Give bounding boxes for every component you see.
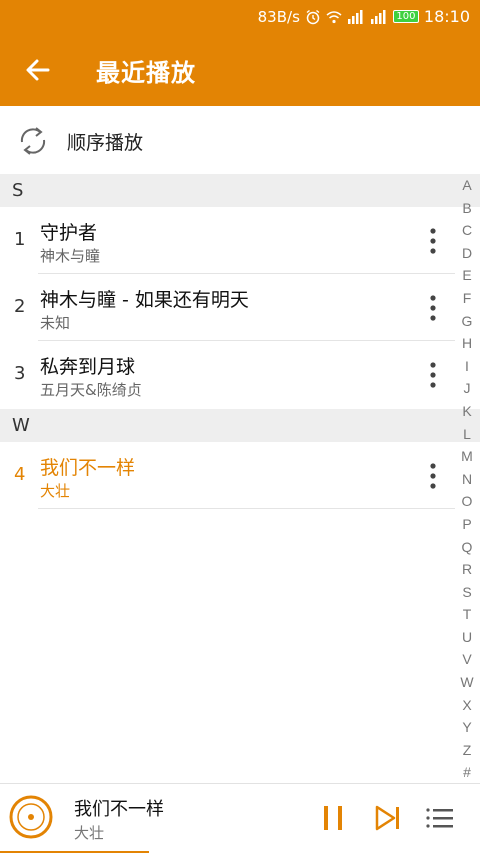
song-row[interactable]: 3 私奔到月球 五月天&陈绮贞 (0, 341, 455, 408)
alpha-index-letter[interactable]: K (457, 400, 477, 423)
alpha-index-letter[interactable]: P (457, 513, 477, 536)
player-song-title: 我们不一样 (74, 799, 164, 820)
divider (38, 508, 455, 509)
status-icons: 83B/s 100 18:10 (258, 7, 470, 26)
alpha-index-letter[interactable]: O (457, 490, 477, 513)
more-vertical-icon[interactable] (420, 224, 446, 258)
song-number: 1 (14, 229, 26, 250)
section-header-s: S (0, 174, 480, 207)
alarm-icon (306, 9, 320, 24)
more-vertical-icon[interactable] (420, 459, 446, 493)
signal-2g-icon (370, 9, 386, 24)
alpha-index-letter[interactable]: B (457, 197, 477, 220)
page-title: 最近播放 (96, 59, 196, 87)
network-speed: 83B/s (257, 7, 300, 26)
alpha-index-letter[interactable]: # (457, 761, 477, 784)
play-mode-label: 顺序播放 (67, 132, 144, 154)
album-disc-icon[interactable] (9, 795, 53, 839)
alpha-index-letter[interactable]: D (457, 242, 477, 265)
more-vertical-icon[interactable] (420, 358, 446, 392)
song-artist: 未知 (40, 314, 71, 332)
song-title: 守护者 (40, 222, 98, 244)
status-bar: 83B/s 100 18:10 (0, 0, 480, 34)
song-title: 我们不一样 (40, 457, 136, 479)
app-bar: 最近播放 (0, 34, 480, 106)
alpha-index-letter[interactable]: Z (457, 739, 477, 762)
top-header: 83B/s 100 18:10 最近播放 (0, 0, 480, 106)
alpha-index-letter[interactable]: X (457, 694, 477, 717)
section-letter: S (12, 180, 24, 201)
alpha-index-letter[interactable]: A (457, 174, 477, 197)
section-header-w: W (0, 409, 480, 442)
alpha-index-letter[interactable]: I (457, 355, 477, 378)
song-artist: 神木与瞳 (40, 247, 101, 265)
repeat-icon (20, 127, 46, 155)
playlist-icon[interactable] (424, 802, 456, 834)
mini-player[interactable]: 我们不一样 大壮 (0, 783, 480, 853)
song-artist: 大壮 (40, 482, 71, 500)
alpha-index-letter[interactable]: Q (457, 536, 477, 559)
alphabet-index[interactable]: A B C D E F G H I J K L M N O P Q R S T U V W X Y Z # (457, 174, 477, 784)
song-number: 3 (14, 363, 26, 384)
alpha-index-letter[interactable]: S (457, 581, 477, 604)
player-artist: 大壮 (74, 824, 105, 842)
alpha-index-letter[interactable]: L (457, 423, 477, 446)
alpha-index-letter[interactable]: E (457, 264, 477, 287)
battery-icon: 100 (392, 10, 419, 23)
alpha-index-letter[interactable]: N (457, 468, 477, 491)
next-track-icon[interactable] (372, 802, 404, 834)
alpha-index-letter[interactable]: J (457, 377, 477, 400)
section-letter: W (12, 415, 30, 436)
alpha-index-letter[interactable]: T (457, 603, 477, 626)
status-time: 18:10 (423, 7, 470, 26)
alpha-index-letter[interactable]: H (457, 332, 477, 355)
alpha-index-letter[interactable]: U (457, 626, 477, 649)
signal-4g-icon (347, 9, 363, 24)
alpha-index-letter[interactable]: G (457, 310, 477, 333)
alpha-index-letter[interactable]: W (457, 671, 477, 694)
alpha-index-letter[interactable]: R (457, 558, 477, 581)
alpha-index-letter[interactable]: C (457, 219, 477, 242)
wifi-icon (326, 10, 342, 23)
song-number: 4 (14, 464, 26, 485)
alpha-index-letter[interactable]: Y (457, 716, 477, 739)
play-mode-row[interactable]: 顺序播放 (0, 106, 480, 174)
alpha-index-letter[interactable]: F (457, 287, 477, 310)
song-row[interactable]: 1 守护者 神木与瞳 (0, 207, 455, 274)
song-row-playing[interactable]: 4 我们不一样 大壮 (0, 442, 455, 509)
song-row[interactable]: 2 神木与瞳 - 如果还有明天 未知 (0, 274, 455, 341)
more-vertical-icon[interactable] (420, 291, 446, 325)
song-title: 神木与瞳 - 如果还有明天 (40, 289, 249, 311)
arrow-left-icon[interactable] (20, 52, 56, 88)
song-number: 2 (14, 296, 26, 317)
alpha-index-letter[interactable]: M (457, 445, 477, 468)
song-title: 私奔到月球 (40, 356, 136, 378)
pause-icon[interactable] (318, 802, 348, 834)
alpha-index-letter[interactable]: V (457, 648, 477, 671)
song-artist: 五月天&陈绮贞 (40, 381, 142, 399)
